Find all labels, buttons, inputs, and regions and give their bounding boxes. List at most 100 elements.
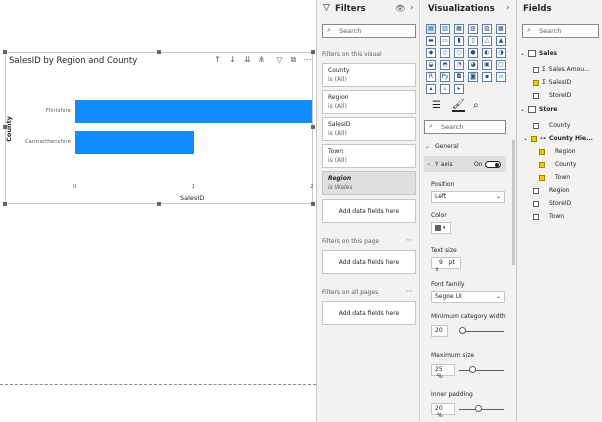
visual-type-icon[interactable]: ◓ (440, 60, 450, 70)
add-visual-filter-well[interactable]: Add data fields here (322, 199, 416, 223)
color-picker[interactable]: ▾ (431, 222, 451, 234)
visual-type-icon[interactable]: ▭ (440, 36, 450, 46)
resize-handle[interactable] (157, 202, 161, 206)
focus-mode-icon[interactable]: ⧉ (288, 55, 299, 65)
slider-knob[interactable] (475, 405, 482, 412)
visual-type-icon[interactable]: ◕ (468, 60, 478, 70)
visual-type-icon[interactable]: ◘ (454, 72, 464, 82)
resize-handle[interactable] (311, 202, 315, 206)
max-size-input[interactable]: 25 % (431, 364, 455, 380)
visual-type-icon[interactable]: ◇ (440, 48, 450, 58)
add-page-filter-well[interactable]: Add data fields here (322, 250, 416, 274)
filter-card-salesid[interactable]: SalesID is (All) (322, 117, 416, 141)
checkbox[interactable] (533, 200, 539, 207)
drill-down-icon[interactable]: ↓ (227, 55, 238, 64)
min-category-width-input[interactable]: 20 (431, 325, 448, 337)
resize-handle[interactable] (311, 125, 315, 129)
analytics-tab-icon[interactable]: ⌕ (473, 100, 479, 111)
visual-type-icon[interactable]: ▤ (426, 24, 436, 34)
filter-card-region[interactable]: Region is (All) (322, 90, 416, 114)
visual-type-icon[interactable]: ◒ (426, 60, 436, 70)
checkbox[interactable] (533, 187, 539, 194)
bar-chart-visual[interactable]: SalesID by Region and County ↑ ↓ ⇊ ⋔ ▽ ⧉… (3, 50, 315, 206)
visual-type-icon[interactable]: ▯ (468, 36, 478, 46)
checkbox[interactable] (533, 92, 539, 99)
hierarchy-item-town[interactable]: Town (539, 174, 570, 181)
more-options-icon[interactable]: ⋯ (302, 55, 313, 64)
visual-type-icon[interactable]: ▧ (468, 24, 478, 34)
bar-carmarthenshire[interactable] (75, 131, 194, 154)
table-sales[interactable]: ⌄ Sales (520, 50, 557, 57)
visual-type-icon[interactable]: Py (440, 72, 450, 82)
slider-knob[interactable] (459, 327, 466, 334)
checkbox[interactable] (539, 174, 545, 181)
checkbox[interactable] (539, 161, 545, 168)
chevron-right-icon[interactable]: › (506, 3, 510, 13)
checkbox[interactable] (533, 122, 539, 129)
y-axis-toggle[interactable] (485, 161, 501, 168)
visual-type-icon[interactable]: ▣ (482, 60, 492, 70)
position-dropdown[interactable]: Left ⌄ (431, 191, 505, 203)
hierarchy-item-region[interactable]: Region (539, 148, 576, 155)
visual-type-icon[interactable]: ▪ (482, 72, 492, 82)
visual-type-icon[interactable]: ▨ (482, 24, 492, 34)
resize-handle[interactable] (311, 50, 315, 54)
eye-icon[interactable]: 👁 (395, 4, 405, 13)
checkbox[interactable] (533, 66, 539, 73)
format-tab-icon[interactable]: 🖌 (452, 99, 465, 112)
visual-type-icon[interactable]: ▲ (496, 36, 506, 46)
filters-search-input[interactable]: ⌕ Search (322, 24, 416, 38)
visual-type-icon[interactable]: ◆ (426, 48, 436, 58)
visual-type-icon[interactable]: ▴ (426, 84, 436, 94)
visual-type-icon[interactable]: ▵ (440, 84, 450, 94)
visual-type-icon[interactable]: ▫ (496, 72, 506, 82)
visual-type-icon[interactable]: ▸ (454, 84, 464, 94)
text-size-input[interactable]: 9 pt ⇕ (431, 257, 461, 273)
visual-type-icon[interactable]: R (426, 72, 436, 82)
field-sales-amount[interactable]: Σ Sales Amou... (533, 66, 590, 73)
hierarchy-county[interactable]: ⌄ ⊶ County Hie... (523, 135, 593, 142)
font-family-dropdown[interactable]: Segoe UI ⌄ (431, 291, 505, 303)
more-options-icon[interactable]: ⋯ (406, 287, 413, 295)
filter-card-region-wales[interactable]: Region is Wales (322, 171, 416, 195)
max-size-slider[interactable] (459, 370, 504, 371)
visual-type-icon[interactable]: ▮ (454, 36, 464, 46)
hierarchy-item-county[interactable]: County (539, 161, 576, 168)
visual-type-icon[interactable]: ▦ (454, 24, 464, 34)
visual-type-icon[interactable]: ▢ (496, 60, 506, 70)
fields-tab-icon[interactable]: ☰ (432, 100, 441, 111)
field-town[interactable]: Town (533, 213, 564, 220)
resize-handle[interactable] (157, 50, 161, 54)
fields-search-input[interactable]: ⌕ Search (522, 24, 599, 38)
resize-handle[interactable] (3, 202, 7, 206)
checkbox[interactable] (533, 79, 539, 86)
expand-all-icon[interactable]: ⇊ (242, 55, 253, 64)
general-section-label[interactable]: General (435, 143, 459, 150)
visual-type-icon[interactable]: ● (468, 48, 478, 58)
visual-type-icon[interactable]: ◑ (496, 48, 506, 58)
field-storeid[interactable]: StoreID (533, 92, 571, 99)
chevron-down-icon[interactable]: ⌄ (425, 143, 430, 150)
checkbox[interactable] (531, 135, 538, 142)
resize-handle[interactable] (3, 50, 7, 54)
filter-card-town[interactable]: Town is (All) (322, 144, 416, 168)
checkbox[interactable] (533, 213, 539, 220)
drill-up-icon[interactable]: ↑ (212, 55, 223, 64)
chevron-right-icon[interactable]: › (410, 3, 414, 13)
inner-padding-input[interactable]: 20 % (431, 403, 455, 419)
field-salesid[interactable]: Σ SalesID (533, 79, 571, 86)
visual-type-icon[interactable]: ○ (454, 48, 464, 58)
visual-type-icon[interactable]: ▩ (496, 24, 506, 34)
visual-type-icon[interactable]: ◔ (454, 60, 464, 70)
field-region[interactable]: Region (533, 187, 570, 194)
more-options-icon[interactable]: ⋯ (406, 236, 413, 244)
report-canvas[interactable]: SalesID by Region and County ↑ ↓ ⇊ ⋔ ▽ ⧉… (0, 0, 316, 422)
field-county[interactable]: County (533, 122, 570, 129)
checkbox[interactable] (539, 148, 545, 155)
visual-type-icon[interactable]: ▬ (426, 36, 436, 46)
add-report-filter-well[interactable]: Add data fields here (322, 301, 416, 325)
bar-flintshire[interactable] (75, 100, 312, 123)
expand-hierarchy-icon[interactable]: ⋔ (256, 55, 267, 64)
visual-type-icon[interactable]: ▥ (440, 24, 450, 34)
filter-icon[interactable]: ▽ (274, 55, 285, 64)
